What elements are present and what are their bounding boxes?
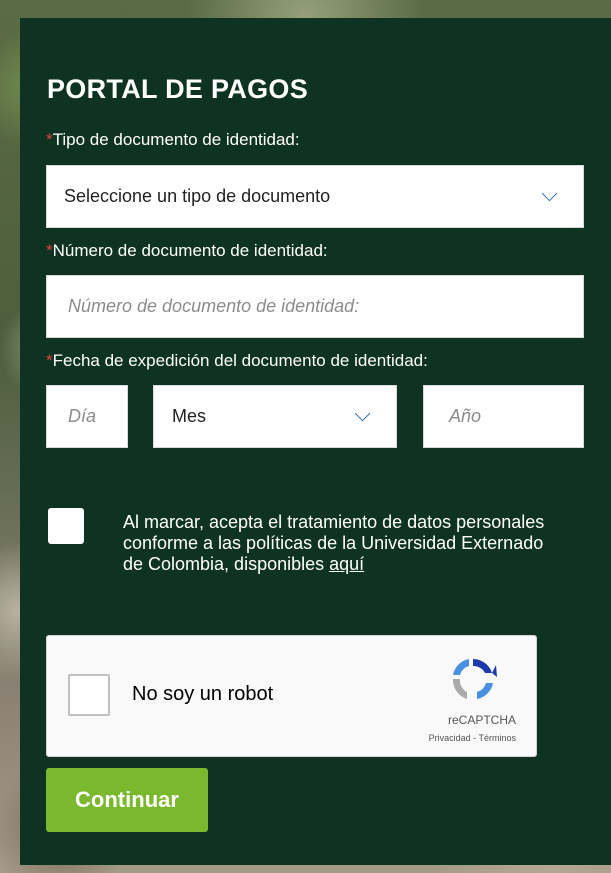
payment-form-panel: PORTAL DE PAGOS *Tipo de documento de id… (20, 18, 611, 865)
required-mark: * (46, 241, 53, 260)
doc-number-input[interactable]: Número de documento de identidad: (46, 275, 584, 338)
chevron-down-icon (354, 405, 371, 422)
recaptcha-label: No soy un robot (132, 683, 274, 705)
required-mark: * (46, 130, 53, 149)
year-input[interactable]: Año (423, 385, 584, 448)
continue-button[interactable]: Continuar (46, 768, 208, 832)
recaptcha-privacy-terms-links[interactable]: Privacidad - Términos (429, 733, 516, 743)
page-title: PORTAL DE PAGOS (47, 74, 309, 104)
recaptcha-logo-icon (452, 659, 497, 699)
day-placeholder: Día (68, 406, 97, 426)
issue-date-label-text: Fecha de expedición del documento de ide… (52, 351, 428, 370)
year-placeholder: Año (449, 406, 482, 426)
month-select[interactable]: Mes (153, 385, 397, 448)
recaptcha-checkbox[interactable] (68, 674, 110, 716)
recaptcha-widget: No soy un robot reCAPTCHA Privacidad - T… (46, 635, 537, 757)
doc-type-selected-value: Seleccione un tipo de documento (64, 186, 331, 206)
required-mark: * (46, 351, 53, 370)
doc-type-label: *Tipo de documento de identidad: (46, 130, 300, 150)
recaptcha-brand: reCAPTCHA (447, 713, 516, 727)
doc-type-select[interactable]: Seleccione un tipo de documento (46, 165, 584, 228)
day-input[interactable]: Día (46, 385, 128, 448)
doc-number-placeholder: Número de documento de identidad: (68, 296, 360, 316)
consent-text: Al marcar, acepta el tratamiento de dato… (123, 512, 563, 575)
doc-number-label-text: Número de documento de identidad: (52, 241, 328, 260)
privacy-policy-link[interactable]: aquí (329, 554, 364, 574)
issue-date-label: *Fecha de expedición del documento de id… (46, 351, 428, 371)
chevron-down-icon (541, 185, 558, 202)
month-selected-value: Mes (172, 406, 207, 426)
consent-checkbox[interactable] (48, 508, 84, 544)
doc-number-label: *Número de documento de identidad: (46, 241, 328, 261)
doc-type-label-text: Tipo de documento de identidad: (52, 130, 300, 149)
